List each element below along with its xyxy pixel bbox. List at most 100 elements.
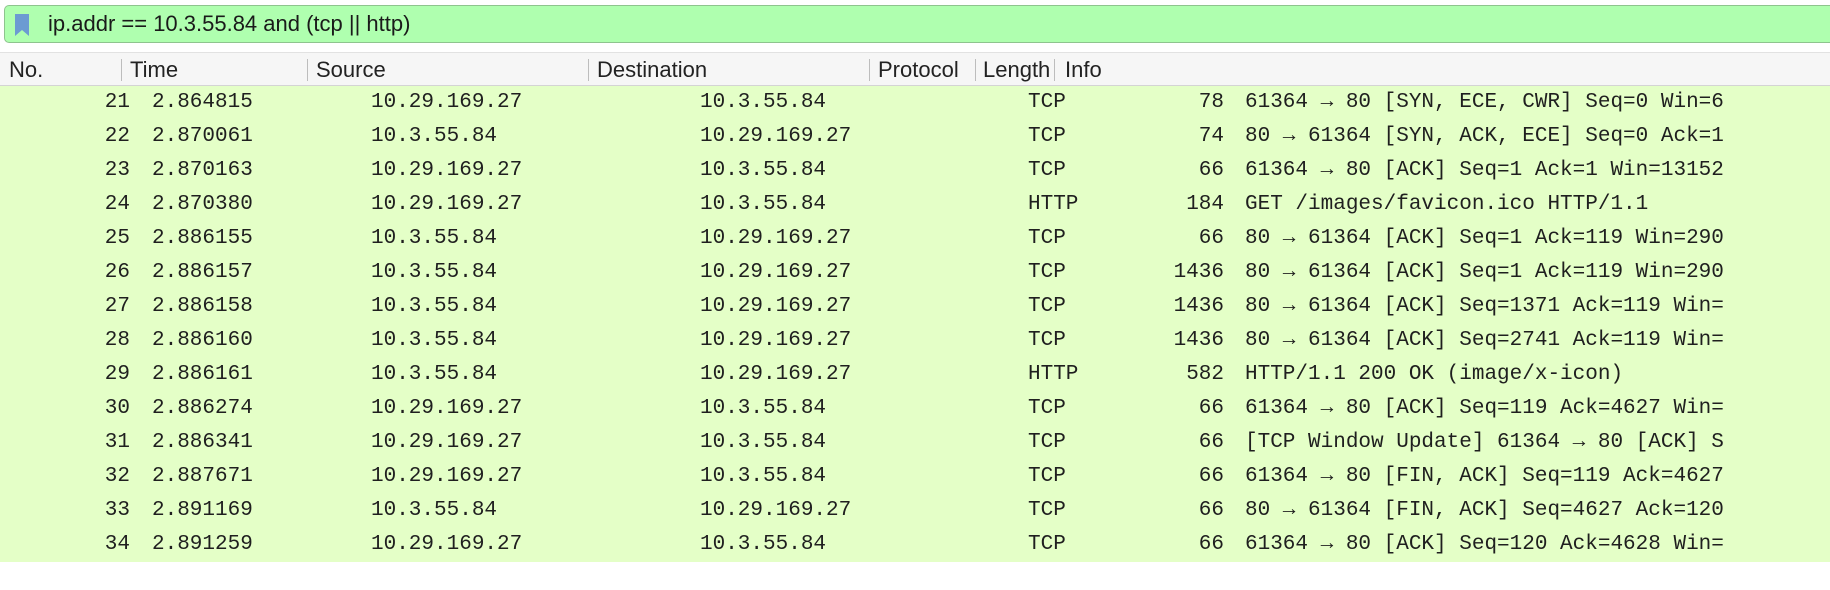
packet-length: 78 <box>1198 91 1224 114</box>
packet-protocol: TCP <box>1028 397 1066 420</box>
packet-source: 10.3.55.84 <box>371 261 498 284</box>
column-header-destination[interactable]: Destination <box>597 53 867 85</box>
table-row[interactable]: 23 2.870163 10.29.169.27 10.3.55.84 TCP 66 613… <box>0 154 1830 188</box>
packet-info: 80 → 61364 [ACK] Seq=1371 Ack=119 Win= <box>1245 295 1724 318</box>
packet-number: 24 <box>104 193 130 216</box>
packet-source: 10.3.55.84 <box>371 125 498 148</box>
packet-info: 80 → 61364 [ACK] Seq=1 Ack=119 Win=290 <box>1245 227 1724 250</box>
column-separator[interactable] <box>588 59 589 81</box>
packet-length: 66 <box>1198 227 1224 250</box>
packet-source: 10.29.169.27 <box>371 533 523 556</box>
table-row[interactable]: 24 2.870380 10.29.169.27 10.3.55.84 HTTP 184 G… <box>0 188 1830 222</box>
table-row[interactable]: 30 2.886274 10.29.169.27 10.3.55.84 TCP 66 613… <box>0 392 1830 426</box>
packet-time: 2.886155 <box>152 227 253 250</box>
table-row[interactable]: 25 2.886155 10.3.55.84 10.29.169.27 TCP 66 80 … <box>0 222 1830 256</box>
packet-protocol: TCP <box>1028 499 1066 522</box>
packet-time: 2.886160 <box>152 329 253 352</box>
packet-list: 21 2.864815 10.29.169.27 10.3.55.84 TCP 78 613… <box>0 86 1830 562</box>
packet-time: 2.870061 <box>152 125 253 148</box>
packet-info: 80 → 61364 [FIN, ACK] Seq=4627 Ack=120 <box>1245 499 1724 522</box>
packet-source: 10.29.169.27 <box>371 91 523 114</box>
packet-protocol: HTTP <box>1028 193 1079 216</box>
packet-length: 66 <box>1198 465 1224 488</box>
packet-time: 2.886158 <box>152 295 253 318</box>
packet-source: 10.29.169.27 <box>371 397 523 420</box>
display-filter-toolbar: ip.addr == 10.3.55.84 and (tcp || http) <box>0 0 1830 48</box>
packet-length: 66 <box>1198 533 1224 556</box>
packet-source: 10.3.55.84 <box>371 295 498 318</box>
packet-source: 10.29.169.27 <box>371 431 523 454</box>
packet-number: 23 <box>104 159 130 182</box>
table-row[interactable]: 33 2.891169 10.3.55.84 10.29.169.27 TCP 66 80 … <box>0 494 1830 528</box>
packet-protocol: TCP <box>1028 159 1066 182</box>
packet-number: 21 <box>104 91 130 114</box>
packet-time: 2.864815 <box>152 91 253 114</box>
table-row[interactable]: 31 2.886341 10.29.169.27 10.3.55.84 TCP 66 [TC… <box>0 426 1830 460</box>
packet-protocol: TCP <box>1028 329 1066 352</box>
packet-length: 74 <box>1198 125 1224 148</box>
packet-info: 80 → 61364 [SYN, ACK, ECE] Seq=0 Ack=1 <box>1245 125 1724 148</box>
packet-protocol: TCP <box>1028 91 1066 114</box>
column-header-time[interactable]: Time <box>130 53 300 85</box>
packet-protocol: TCP <box>1028 227 1066 250</box>
column-header-source[interactable]: Source <box>316 53 586 85</box>
packet-source: 10.3.55.84 <box>371 329 498 352</box>
packet-info: 61364 → 80 [ACK] Seq=1 Ack=1 Win=13152 <box>1245 159 1724 182</box>
packet-destination: 10.29.169.27 <box>700 261 852 284</box>
column-header-length[interactable]: Length <box>983 53 1052 85</box>
column-header-no[interactable]: No. <box>9 53 129 85</box>
column-separator[interactable] <box>121 59 122 81</box>
packet-destination: 10.29.169.27 <box>700 499 852 522</box>
filter-bookmark-icon[interactable] <box>13 13 31 37</box>
column-separator[interactable] <box>1054 59 1055 81</box>
packet-number: 31 <box>104 431 130 454</box>
table-row[interactable]: 27 2.886158 10.3.55.84 10.29.169.27 TCP 1436 8… <box>0 290 1830 324</box>
column-separator[interactable] <box>307 59 308 81</box>
packet-time: 2.870380 <box>152 193 253 216</box>
packet-number: 33 <box>104 499 130 522</box>
table-row[interactable]: 34 2.891259 10.29.169.27 10.3.55.84 TCP 66 613… <box>0 528 1830 562</box>
packet-number: 34 <box>104 533 130 556</box>
display-filter-text: ip.addr == 10.3.55.84 and (tcp || http) <box>48 11 411 36</box>
packet-info: 61364 → 80 [ACK] Seq=120 Ack=4628 Win= <box>1245 533 1724 556</box>
packet-time: 2.886161 <box>152 363 253 386</box>
packet-destination: 10.3.55.84 <box>700 397 827 420</box>
packet-number: 32 <box>104 465 130 488</box>
packet-destination: 10.29.169.27 <box>700 363 852 386</box>
packet-length: 1436 <box>1173 295 1224 318</box>
packet-time: 2.870163 <box>152 159 253 182</box>
packet-length: 1436 <box>1173 329 1224 352</box>
table-row[interactable]: 26 2.886157 10.3.55.84 10.29.169.27 TCP 1436 8… <box>0 256 1830 290</box>
packet-length: 66 <box>1198 159 1224 182</box>
table-row[interactable]: 29 2.886161 10.3.55.84 10.29.169.27 HTTP 582 H… <box>0 358 1830 392</box>
column-header-protocol[interactable]: Protocol <box>878 53 973 85</box>
packet-protocol: TCP <box>1028 261 1066 284</box>
packet-info: 61364 → 80 [SYN, ECE, CWR] Seq=0 Win=6 <box>1245 91 1724 114</box>
table-row[interactable]: 22 2.870061 10.3.55.84 10.29.169.27 TCP 74 80 … <box>0 120 1830 154</box>
packet-length: 66 <box>1198 499 1224 522</box>
packet-length: 66 <box>1198 397 1224 420</box>
packet-length: 1436 <box>1173 261 1224 284</box>
packet-number: 27 <box>104 295 130 318</box>
display-filter-input[interactable]: ip.addr == 10.3.55.84 and (tcp || http) <box>4 5 1830 43</box>
packet-protocol: TCP <box>1028 533 1066 556</box>
column-header-info[interactable]: Info <box>1065 53 1265 85</box>
packet-info: 61364 → 80 [FIN, ACK] Seq=119 Ack=4627 <box>1245 465 1724 488</box>
packet-list-header: No. Time Source Destination Protocol Len… <box>0 52 1830 86</box>
packet-time: 2.887671 <box>152 465 253 488</box>
packet-info: 61364 → 80 [ACK] Seq=119 Ack=4627 Win= <box>1245 397 1724 420</box>
packet-info: 80 → 61364 [ACK] Seq=2741 Ack=119 Win= <box>1245 329 1724 352</box>
packet-protocol: TCP <box>1028 465 1066 488</box>
packet-protocol: HTTP <box>1028 363 1079 386</box>
packet-number: 22 <box>104 125 130 148</box>
column-separator[interactable] <box>869 59 870 81</box>
table-row[interactable]: 21 2.864815 10.29.169.27 10.3.55.84 TCP 78 613… <box>0 86 1830 120</box>
packet-time: 2.886274 <box>152 397 253 420</box>
table-row[interactable]: 32 2.887671 10.29.169.27 10.3.55.84 TCP 66 613… <box>0 460 1830 494</box>
packet-protocol: TCP <box>1028 125 1066 148</box>
column-separator[interactable] <box>975 59 976 81</box>
packet-destination: 10.3.55.84 <box>700 193 827 216</box>
packet-number: 28 <box>104 329 130 352</box>
packet-destination: 10.3.55.84 <box>700 159 827 182</box>
table-row[interactable]: 28 2.886160 10.3.55.84 10.29.169.27 TCP 1436 8… <box>0 324 1830 358</box>
